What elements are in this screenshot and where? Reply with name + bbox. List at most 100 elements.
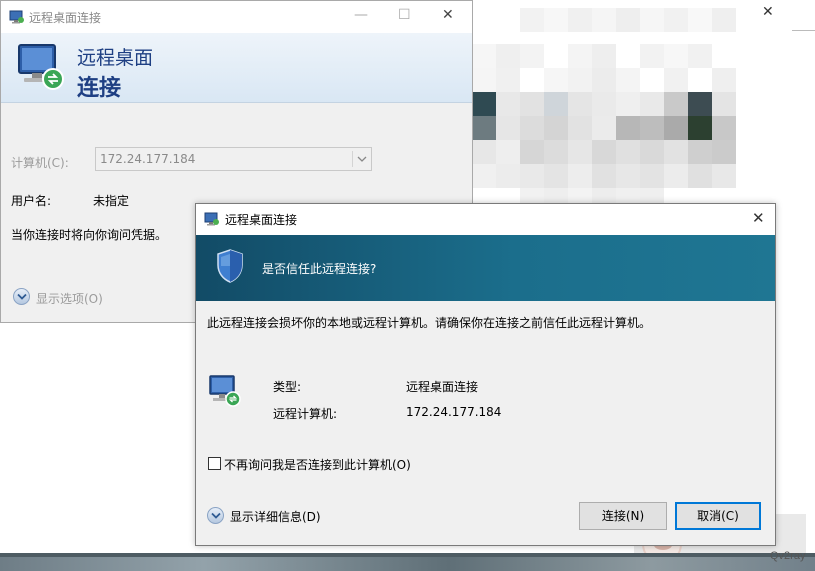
blur-tile xyxy=(544,92,568,116)
blur-tile xyxy=(640,8,664,32)
close-icon[interactable]: ✕ xyxy=(442,7,454,23)
remote-computer-label: 远程计算机: xyxy=(273,407,338,421)
show-details-expand-icon[interactable] xyxy=(207,507,224,524)
dialog-titlebar: 远程桌面连接 ✕ xyxy=(196,204,775,235)
blur-tile xyxy=(664,92,688,116)
type-label: 类型: xyxy=(273,380,302,394)
rdp-monitor-icon xyxy=(18,44,64,90)
dialog-title: 远程桌面连接 xyxy=(225,213,298,227)
blur-tile xyxy=(688,92,712,116)
username-value: 未指定 xyxy=(93,194,130,208)
chevron-down-icon[interactable] xyxy=(355,151,369,167)
trust-banner: 是否信任此远程连接? xyxy=(196,235,775,301)
blur-tile xyxy=(616,164,640,188)
blur-tile xyxy=(472,116,496,140)
blur-tile xyxy=(496,68,520,92)
blur-tile xyxy=(712,140,736,164)
blur-tile xyxy=(496,44,520,68)
blur-tile xyxy=(664,44,688,68)
blur-tile xyxy=(520,140,544,164)
shield-icon xyxy=(217,249,243,283)
blur-tile xyxy=(712,68,736,92)
dont-ask-checkbox[interactable] xyxy=(208,457,221,470)
maximize-icon[interactable]: ☐ xyxy=(398,7,411,23)
show-details-link[interactable]: 显示详细信息(D) xyxy=(230,508,321,525)
blur-tile xyxy=(520,8,544,32)
background-desktop: — ✕ xyxy=(472,0,815,210)
blur-tile xyxy=(640,140,664,164)
blur-tile xyxy=(712,8,736,32)
blur-tile xyxy=(472,68,496,92)
blur-tile xyxy=(688,140,712,164)
blur-tile xyxy=(472,140,496,164)
trust-dialog: 远程桌面连接 ✕ 是否信任此远程连接? 此远程连接会损坏你的本地或远程计算机。请… xyxy=(195,203,776,546)
blur-tile xyxy=(496,116,520,140)
blur-tile xyxy=(640,92,664,116)
rdp-monitor-icon xyxy=(209,375,241,407)
blur-tile xyxy=(664,140,688,164)
blur-tile xyxy=(664,164,688,188)
blur-tile xyxy=(568,92,592,116)
main-titlebar: 远程桌面连接 — ☐ ✕ xyxy=(1,1,472,33)
blur-tile xyxy=(568,140,592,164)
blur-tile xyxy=(688,164,712,188)
bg-divider xyxy=(792,30,815,31)
show-options-expand-icon[interactable] xyxy=(13,288,30,305)
blur-tile xyxy=(664,116,688,140)
blur-tile xyxy=(520,164,544,188)
main-header: 远程桌面 连接 xyxy=(1,33,472,103)
blur-tile xyxy=(616,8,640,32)
computer-value: 172.24.177.184 xyxy=(100,152,196,166)
blur-tile xyxy=(568,116,592,140)
dont-ask-label[interactable]: 不再询问我是否连接到此计算机(O) xyxy=(224,456,411,473)
blur-tile xyxy=(592,116,616,140)
blur-tile xyxy=(544,68,568,92)
blur-tile xyxy=(544,164,568,188)
blur-tile xyxy=(568,44,592,68)
blur-tile xyxy=(592,44,616,68)
blur-tile xyxy=(472,92,496,116)
header-title-line1: 远程桌面 xyxy=(77,47,154,69)
blur-tile xyxy=(592,164,616,188)
header-title-line2: 连接 xyxy=(77,76,122,101)
blur-tile xyxy=(592,8,616,32)
blur-tile xyxy=(544,8,568,32)
minimize-icon[interactable]: — xyxy=(354,7,368,23)
qv2ray-label: Qv2ray xyxy=(770,550,806,562)
remote-computer-value: 172.24.177.184 xyxy=(406,405,502,419)
main-window-title: 远程桌面连接 xyxy=(29,11,102,25)
show-options-link[interactable]: 显示选项(O) xyxy=(36,290,103,307)
blur-tile xyxy=(592,92,616,116)
computer-combobox[interactable]: 172.24.177.184 xyxy=(95,147,372,171)
cancel-button[interactable]: 取消(C) xyxy=(675,502,761,530)
credentials-note: 当你连接时将向你询问凭据。 xyxy=(11,228,168,242)
blur-tile xyxy=(664,68,688,92)
blur-tile xyxy=(712,92,736,116)
blur-tile xyxy=(496,140,520,164)
blur-tile xyxy=(568,164,592,188)
bg-close-icon: ✕ xyxy=(762,4,774,20)
blur-tile xyxy=(496,92,520,116)
blur-tile xyxy=(592,68,616,92)
blur-tile xyxy=(640,116,664,140)
computer-label: 计算机(C): xyxy=(11,156,69,170)
close-icon[interactable]: ✕ xyxy=(752,209,765,227)
blur-tile xyxy=(544,116,568,140)
blur-tile xyxy=(688,8,712,32)
blur-tile xyxy=(688,116,712,140)
trust-question: 是否信任此远程连接? xyxy=(262,262,377,276)
blur-tile xyxy=(472,44,496,68)
blur-tile xyxy=(592,140,616,164)
blur-tile xyxy=(616,92,640,116)
blur-tile xyxy=(520,116,544,140)
blur-tile xyxy=(616,116,640,140)
connect-button[interactable]: 连接(N) xyxy=(579,502,667,530)
blur-tile xyxy=(640,44,664,68)
blur-tile xyxy=(712,116,736,140)
blur-tile xyxy=(616,68,640,92)
blur-tile xyxy=(640,164,664,188)
rdp-app-icon xyxy=(204,212,219,226)
blur-tile xyxy=(664,8,688,32)
blur-tile xyxy=(472,164,496,188)
blur-tile xyxy=(616,140,640,164)
